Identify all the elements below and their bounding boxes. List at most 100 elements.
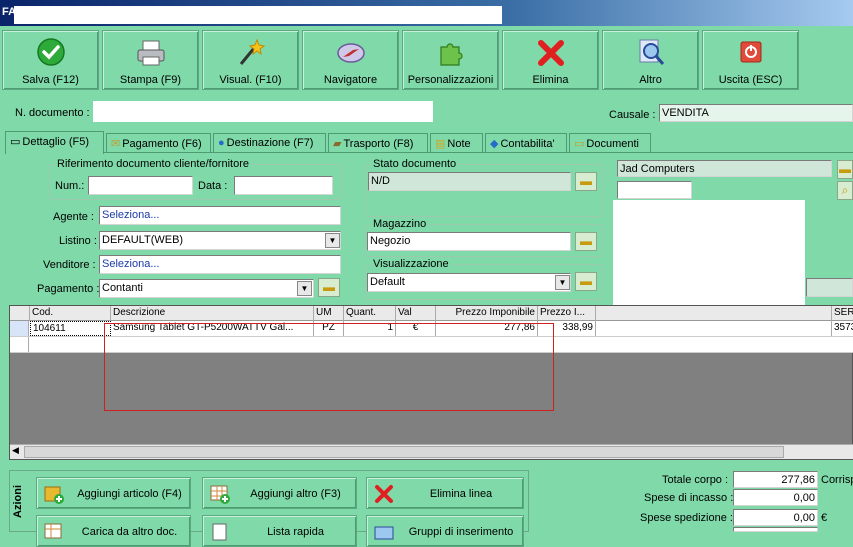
date-field[interactable] — [234, 176, 333, 195]
chevron-down-icon[interactable]: ▼ — [325, 233, 340, 248]
warehouse-field[interactable]: Negozio — [367, 232, 571, 251]
add-other-button[interactable]: Aggiungi altro (F3) — [202, 477, 357, 509]
reference-group-title: Riferimento documento cliente/fornitore — [55, 158, 251, 170]
compass-icon — [336, 43, 365, 63]
print-button[interactable]: Stampa (F9) — [102, 30, 199, 90]
scroll-thumb[interactable] — [24, 446, 784, 458]
col-prezzo-ivato[interactable]: Prezzo I... — [538, 306, 596, 321]
highlight-rectangle — [104, 323, 554, 411]
title-redacted-area — [14, 6, 502, 24]
view-select[interactable]: Default — [367, 273, 571, 292]
scroll-left-icon[interactable]: ◀ — [12, 445, 19, 456]
delete-button[interactable]: Elimina — [502, 30, 599, 90]
title-bar: FA — [0, 0, 853, 26]
globe-tab-icon: ● — [218, 137, 225, 149]
listino-select[interactable]: DEFAULT(WEB) — [99, 231, 341, 250]
folder-tab-icon: ▭ — [574, 138, 585, 150]
horizontal-scrollbar[interactable]: ◀ — [10, 444, 853, 459]
document-tab-icon: ▭ — [10, 136, 21, 148]
chevron-down-icon[interactable]: ▼ — [555, 275, 570, 290]
num-field[interactable] — [88, 176, 193, 195]
shipping-fees-field[interactable]: 0,00 — [733, 509, 818, 526]
side-field — [806, 278, 853, 297]
delete-line-button[interactable]: Elimina linea — [366, 477, 524, 509]
load-doc-icon — [44, 523, 62, 539]
tab-contabilita[interactable]: ◆ Contabilita' — [485, 133, 567, 153]
row-selector-header — [10, 306, 30, 321]
exit-icon — [740, 41, 761, 63]
tab-destinazione[interactable]: ● Destinazione (F7) — [213, 133, 326, 153]
exit-button[interactable]: Uscita (ESC) — [702, 30, 799, 90]
tab-note[interactable]: ▤ Note — [430, 133, 483, 153]
truck-tab-icon: ▰ — [333, 138, 342, 150]
col-um[interactable]: UM — [314, 306, 344, 321]
more-button-label: Altro — [639, 74, 662, 86]
navigator-button[interactable]: Navigatore — [302, 30, 399, 90]
load-doc-button[interactable]: Carica da altro doc. — [36, 515, 191, 547]
tab-dettaglio[interactable]: ▭ Dettaglio (F5) — [5, 131, 104, 154]
printer-icon — [137, 40, 164, 66]
payment-tab-icon: ✉ — [111, 138, 121, 150]
pagamento-label: Pagamento : — [37, 283, 100, 295]
col-val[interactable]: Val — [396, 306, 436, 321]
more-button[interactable]: Altro — [602, 30, 699, 90]
currency-symbol: € — [821, 512, 828, 524]
col-hidden[interactable] — [596, 306, 832, 321]
collection-fees-field[interactable]: 0,00 — [733, 489, 818, 506]
col-prezzo-imponibile[interactable]: Prezzo Imponibile — [436, 306, 538, 321]
customizations-button[interactable]: Personalizzazioni — [402, 30, 499, 90]
quick-list-button[interactable]: Lista rapida — [202, 515, 357, 547]
cell-cod[interactable]: 104611 — [30, 321, 111, 336]
actions-title: Azioni — [12, 485, 24, 519]
add-article-icon — [44, 486, 64, 504]
col-descrizione[interactable]: Descrizione — [111, 306, 314, 321]
total-body-field: 277,86 — [733, 471, 818, 488]
venditore-label: Venditore : — [43, 259, 96, 271]
save-button-label: Salva (F12) — [22, 74, 79, 86]
causale-field[interactable]: VENDITA — [659, 104, 853, 122]
total-body-label: Totale corpo : — [662, 474, 729, 486]
folder-icon[interactable]: ▬ — [575, 272, 597, 291]
shipping-fees-label: Spese spedizione : — [640, 512, 733, 524]
quick-list-icon — [212, 523, 227, 541]
folder-icon[interactable]: ▬ — [575, 232, 597, 251]
search-icon[interactable]: ⌕ — [837, 181, 853, 200]
row-selector[interactable] — [10, 337, 29, 352]
causale-label: Causale : — [609, 109, 656, 121]
cell-hidden[interactable] — [596, 321, 832, 336]
customizations-button-label: Personalizzazioni — [407, 74, 494, 86]
chevron-down-icon[interactable]: ▼ — [297, 281, 312, 296]
venditore-field[interactable]: Seleziona... — [99, 255, 341, 274]
print-button-label: Stampa (F9) — [119, 74, 182, 86]
collection-fees-label: Spese di incasso : — [644, 492, 734, 504]
folder-icon[interactable]: ▬ — [575, 172, 597, 191]
add-other-icon — [210, 485, 230, 504]
save-button[interactable]: Salva (F12) — [2, 30, 99, 90]
magnifier-icon — [639, 39, 664, 65]
pagamento-select[interactable]: Contanti — [99, 279, 314, 298]
num-label: Num.: — [55, 180, 85, 192]
tab-pagamento[interactable]: ✉ Pagamento (F6) — [106, 133, 211, 153]
col-quant[interactable]: Quant. — [344, 306, 396, 321]
customer-code-field[interactable] — [617, 181, 692, 199]
tab-trasporto[interactable]: ▰ Trasporto (F8) — [328, 133, 428, 153]
col-ser[interactable]: SER — [832, 306, 853, 321]
folder-icon[interactable]: ▬ — [837, 160, 853, 179]
listino-label: Listino : — [59, 235, 97, 247]
row-selector[interactable] — [10, 321, 29, 336]
preview-button[interactable]: Visual. (F10) — [202, 30, 299, 90]
insertion-groups-button[interactable]: Gruppi di inserimento — [366, 515, 524, 547]
navigator-button-label: Navigatore — [323, 74, 378, 86]
col-cod[interactable]: Cod. — [30, 306, 111, 321]
check-icon — [36, 38, 65, 66]
tab-documenti[interactable]: ▭ Documenti — [569, 133, 651, 153]
delete-button-label: Elimina — [532, 74, 569, 86]
agente-field[interactable]: Seleziona... — [99, 206, 341, 225]
toolbar: Salva (F12) Stampa (F9) Visual. (F10) Na… — [2, 30, 853, 90]
folder-icon[interactable]: ▬ — [318, 278, 340, 297]
tab-bar: ▭ Dettaglio (F5) ✉ Pagamento (F6) ● Destina… — [5, 131, 853, 154]
doc-number-field[interactable] — [93, 101, 433, 122]
add-article-button[interactable]: Aggiungi articolo (F4) — [36, 477, 191, 509]
doc-number-label: N. documento : — [15, 107, 90, 119]
cell-ser[interactable]: 3573 — [832, 321, 853, 336]
